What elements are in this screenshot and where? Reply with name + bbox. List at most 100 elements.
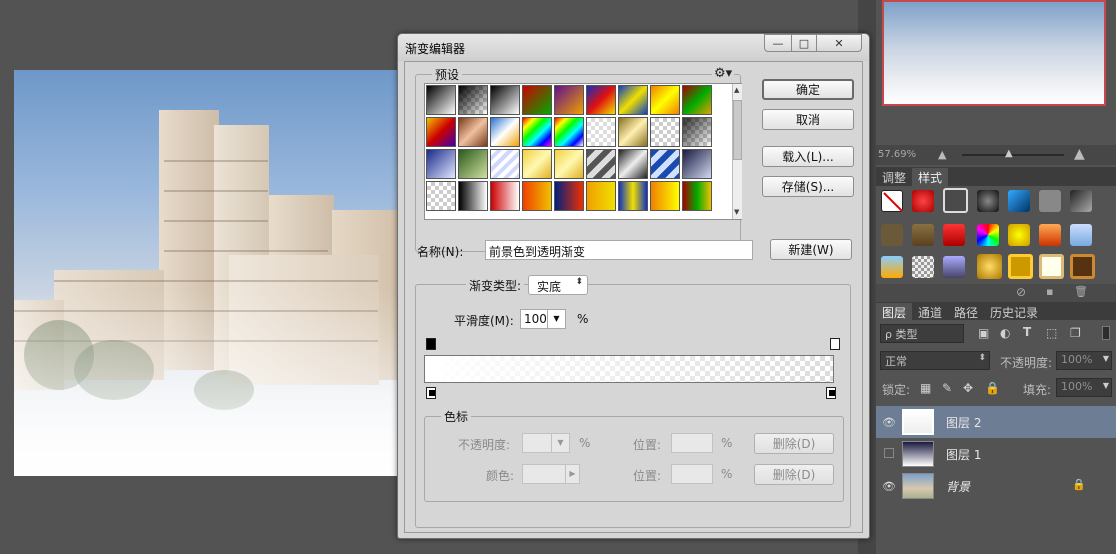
- preset-swatch[interactable]: [618, 85, 648, 115]
- opacity-stop-right[interactable]: [830, 338, 840, 350]
- lock-all-icon[interactable]: 🔒: [985, 381, 1000, 395]
- gear-icon[interactable]: ⚙▾: [712, 66, 735, 81]
- preset-swatch[interactable]: [586, 85, 616, 115]
- preset-swatch[interactable]: [490, 117, 520, 147]
- maximize-button[interactable]: □: [791, 34, 817, 52]
- stop-color-location-field[interactable]: [671, 464, 713, 484]
- style-swatch[interactable]: [1008, 190, 1030, 212]
- filter-toggle[interactable]: [1102, 326, 1110, 340]
- smoothness-field[interactable]: 100 ▼: [520, 309, 566, 329]
- eye-icon[interactable]: 👁: [876, 480, 902, 493]
- style-swatch[interactable]: [977, 190, 999, 212]
- chevron-down-icon[interactable]: ▼: [551, 434, 569, 452]
- chevron-down-icon[interactable]: ▼: [1103, 354, 1109, 363]
- lock-pixels-icon[interactable]: ✎: [942, 381, 952, 395]
- delete-opacity-stop-button[interactable]: 删除(D): [754, 433, 834, 454]
- tab-styles[interactable]: 样式: [912, 168, 949, 186]
- preset-swatch[interactable]: [426, 85, 456, 115]
- delete-color-stop-button[interactable]: 删除(D): [754, 464, 834, 485]
- style-swatch[interactable]: [912, 224, 934, 246]
- style-swatch[interactable]: [1008, 254, 1033, 279]
- preset-swatch[interactable]: [650, 117, 680, 147]
- scroll-thumb[interactable]: [733, 100, 742, 160]
- preset-swatch[interactable]: [618, 117, 648, 147]
- preset-swatch[interactable]: [650, 85, 680, 115]
- preset-swatch[interactable]: [458, 117, 488, 147]
- preset-swatch[interactable]: [458, 149, 488, 179]
- preset-swatch[interactable]: [650, 149, 680, 179]
- style-swatch[interactable]: [977, 224, 999, 246]
- scroll-down-icon[interactable]: ▼: [734, 208, 739, 216]
- style-swatch[interactable]: [881, 256, 903, 278]
- zoom-slider-thumb[interactable]: ▲: [1005, 148, 1013, 159]
- style-swatch[interactable]: [1039, 224, 1061, 246]
- preset-swatch[interactable]: [682, 149, 712, 179]
- document-photo[interactable]: [14, 70, 398, 476]
- preset-swatch[interactable]: [426, 117, 456, 147]
- opacity-field[interactable]: 100% ▼: [1056, 351, 1112, 370]
- style-swatch[interactable]: [1070, 190, 1092, 212]
- preset-swatch[interactable]: [618, 149, 648, 179]
- minimize-button[interactable]: —: [764, 34, 792, 52]
- close-button[interactable]: ✕: [816, 34, 862, 52]
- preset-swatch[interactable]: [522, 181, 552, 211]
- stop-opacity-location-field[interactable]: [671, 433, 713, 453]
- type-filter-icon[interactable]: T: [1023, 325, 1031, 339]
- style-swatch[interactable]: [1008, 224, 1030, 246]
- tab-layers[interactable]: 图层: [876, 303, 913, 321]
- gradient-type-select[interactable]: 实底 ⬍: [528, 275, 588, 295]
- tab-adjustments[interactable]: 调整: [876, 168, 912, 186]
- style-swatch[interactable]: [1039, 254, 1064, 279]
- preset-swatch[interactable]: [682, 117, 712, 147]
- dialog-titlebar[interactable]: 渐变编辑器 — □ ✕: [398, 34, 869, 61]
- preset-swatch[interactable]: [490, 85, 520, 115]
- smart-object-filter-icon[interactable]: ❐: [1070, 326, 1081, 340]
- preset-swatch[interactable]: [426, 149, 456, 179]
- color-stop-right[interactable]: [826, 387, 836, 399]
- chevron-down-icon[interactable]: ▼: [1103, 381, 1109, 390]
- preset-swatch[interactable]: [650, 181, 680, 211]
- preset-swatch[interactable]: [682, 85, 712, 115]
- preset-swatch[interactable]: [554, 149, 584, 179]
- preset-swatch[interactable]: [490, 149, 520, 179]
- blend-mode-select[interactable]: 正常 ⬍: [880, 351, 990, 370]
- new-style-icon[interactable]: ▪: [1046, 285, 1053, 298]
- opacity-stop-left[interactable]: [426, 338, 436, 350]
- ok-button[interactable]: 确定: [762, 79, 854, 100]
- style-swatch[interactable]: [912, 190, 934, 212]
- lock-transparency-icon[interactable]: ▦: [920, 381, 931, 395]
- preset-swatch[interactable]: [522, 117, 552, 147]
- preset-swatch[interactable]: [458, 181, 488, 211]
- preset-swatch[interactable]: [554, 85, 584, 115]
- style-swatch[interactable]: [943, 224, 965, 246]
- chevron-right-icon[interactable]: ▶: [565, 465, 579, 483]
- zoom-in-icon[interactable]: ▲: [1074, 146, 1085, 162]
- style-swatch[interactable]: [943, 256, 965, 278]
- scroll-up-icon[interactable]: ▲: [734, 86, 739, 94]
- style-swatch[interactable]: [1070, 224, 1092, 246]
- stop-color-swatch[interactable]: ▶: [522, 464, 580, 484]
- load-button[interactable]: 载入(L)...: [762, 146, 854, 167]
- trash-icon[interactable]: 🗑: [1074, 285, 1088, 298]
- chevron-down-icon[interactable]: ▼: [547, 310, 565, 328]
- preset-swatch[interactable]: [586, 149, 616, 179]
- fill-field[interactable]: 100% ▼: [1056, 378, 1112, 397]
- zoom-slider[interactable]: [962, 154, 1064, 156]
- preset-swatch[interactable]: [490, 181, 520, 211]
- shape-filter-icon[interactable]: ⬚: [1046, 326, 1057, 340]
- cancel-button[interactable]: 取消: [762, 109, 854, 130]
- eye-icon[interactable]: 👁: [876, 416, 902, 429]
- adjustment-filter-icon[interactable]: ◐: [1000, 326, 1010, 340]
- style-swatch[interactable]: [977, 254, 1002, 279]
- layer-row[interactable]: 👁 背景 🔒: [876, 470, 1116, 502]
- style-swatch[interactable]: [881, 224, 903, 246]
- stop-opacity-field[interactable]: ▼: [522, 433, 570, 453]
- tab-paths[interactable]: 路径: [948, 303, 984, 321]
- lock-position-icon[interactable]: ✥: [963, 381, 973, 395]
- new-gradient-button[interactable]: 新建(W): [770, 239, 852, 260]
- preset-swatch[interactable]: [586, 181, 616, 211]
- style-swatch[interactable]: [912, 256, 934, 278]
- navigator-thumbnail[interactable]: [882, 0, 1106, 106]
- style-swatch[interactable]: [1039, 190, 1061, 212]
- visibility-box-icon[interactable]: [876, 447, 902, 461]
